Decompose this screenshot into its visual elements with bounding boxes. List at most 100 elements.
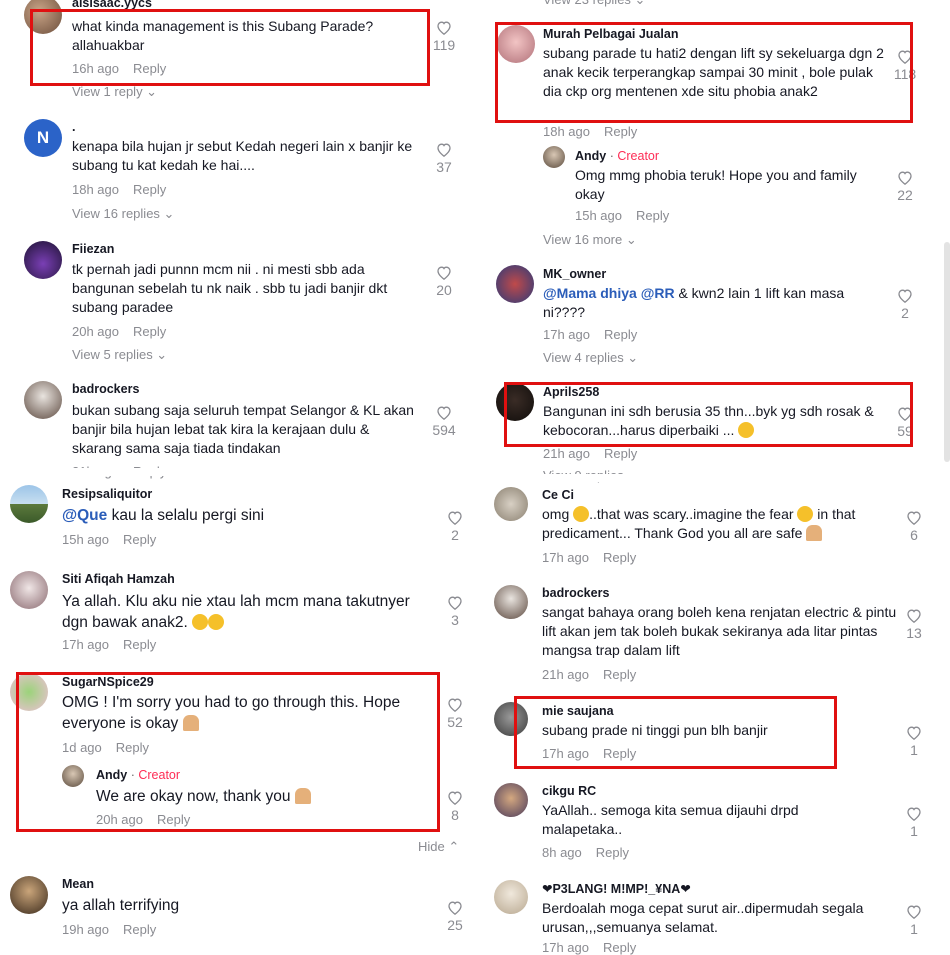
reply-button[interactable]: Reply (604, 124, 637, 139)
like-button[interactable]: 20 (427, 265, 461, 298)
fearful-emoji-icon (797, 506, 814, 522)
like-button[interactable]: 1 (897, 725, 931, 758)
heart-icon (907, 807, 921, 821)
like-count: 20 (436, 282, 452, 298)
heart-icon (907, 511, 921, 525)
like-button[interactable]: 2 (438, 510, 472, 543)
like-button[interactable]: 119 (427, 20, 461, 53)
like-count: 8 (451, 807, 459, 823)
username[interactable]: Resipsaliquitor (62, 487, 152, 501)
reply-button[interactable]: Reply (604, 446, 637, 461)
comment-meta: 15h ago Reply (575, 208, 669, 223)
timestamp: 20h ago (72, 324, 119, 339)
like-button[interactable]: 3 (438, 595, 472, 628)
avatar[interactable]: N (24, 119, 62, 157)
comment-meta: 18h ago Reply (72, 182, 166, 197)
reply-button[interactable]: Reply (596, 845, 629, 860)
reply-button[interactable]: Reply (604, 327, 637, 342)
username[interactable]: . (72, 120, 75, 134)
like-button[interactable]: 594 (427, 405, 461, 438)
view-replies-link[interactable]: View 5 replies ⌄ (72, 347, 167, 363)
timestamp: 21h ago (543, 446, 590, 461)
reply-button[interactable]: Reply (636, 208, 669, 223)
mention-link[interactable]: @RR (641, 285, 675, 301)
comment-text: tk pernah jadi punnn mcm nii . ni mesti … (72, 261, 388, 315)
hide-replies-button[interactable]: Hide ⌃ (418, 839, 459, 855)
crying-emoji-icon (208, 614, 225, 630)
comment-meta: 15h ago Reply (62, 532, 156, 547)
like-button[interactable]: 52 (438, 697, 472, 730)
avatar[interactable] (543, 146, 565, 168)
username[interactable]: badrockers (542, 586, 609, 600)
username[interactable]: Ce Ci (542, 488, 574, 502)
username[interactable]: Siti Afiqah Hamzah (62, 572, 175, 586)
username[interactable]: MK_owner (543, 267, 606, 281)
comment-text: omg ..that was scary..imagine the fear i… (542, 506, 856, 541)
like-count: 594 (432, 422, 456, 438)
view-replies-link[interactable]: View 23 replies ⌄ (543, 0, 645, 8)
timestamp: 17h ago (62, 637, 109, 652)
like-count: 1 (910, 823, 918, 839)
heart-icon (448, 698, 462, 712)
heart-icon (907, 726, 921, 740)
mention-link[interactable]: @Que (62, 507, 107, 524)
comment-meta: 20h ago Reply (72, 324, 166, 339)
comment-text: Ya allah. Klu aku nie xtau lah mcm mana … (62, 593, 410, 631)
reply-button[interactable]: Reply (123, 637, 156, 652)
username[interactable]: ❤P3LANG! M!MP!_¥NA❤ (542, 881, 691, 896)
avatar[interactable] (494, 487, 528, 521)
reply-button[interactable]: Reply (133, 182, 166, 197)
like-button[interactable]: 37 (427, 142, 461, 175)
like-button[interactable]: 2 (888, 288, 922, 321)
like-count: 1 (910, 742, 918, 758)
mention-link[interactable]: @Mama dhiya (543, 285, 637, 301)
comment-text: YaAllah.. semoga kita semua dijauhi drpd… (542, 802, 799, 837)
like-button[interactable]: 25 (438, 900, 472, 933)
avatar[interactable] (10, 485, 48, 523)
avatar[interactable] (10, 571, 48, 609)
avatar[interactable] (24, 381, 62, 419)
avatar[interactable] (494, 880, 528, 914)
highlight-box (16, 672, 440, 832)
reply-button[interactable]: Reply (603, 940, 636, 955)
scrollbar[interactable] (944, 242, 950, 462)
like-button[interactable]: 1 (897, 806, 931, 839)
username[interactable]: Andy · Creator (575, 149, 659, 163)
reply-button[interactable]: Reply (603, 667, 636, 682)
timestamp: 17h ago (543, 327, 590, 342)
username[interactable]: badrockers (72, 382, 139, 396)
like-button[interactable]: 6 (897, 510, 931, 543)
fade-overlay (0, 468, 470, 476)
avatar[interactable] (10, 876, 48, 914)
like-count: 2 (451, 527, 459, 543)
username[interactable]: cikgu RC (542, 784, 596, 798)
creator-badge: Creator (617, 149, 660, 163)
timestamp: 8h ago (542, 845, 582, 860)
view-more-link[interactable]: View 16 more ⌄ (543, 232, 637, 248)
view-replies-link[interactable]: View 4 replies ⌄ (543, 350, 638, 366)
avatar[interactable] (496, 265, 534, 303)
comment-text: @Que kau la selalu pergi sini (62, 507, 265, 524)
like-button[interactable]: 13 (897, 608, 931, 641)
reply-button[interactable]: Reply (603, 550, 636, 565)
highlight-box (495, 22, 913, 123)
comment-meta: 21h ago Reply (543, 446, 637, 461)
username[interactable]: Fiiezan (72, 242, 114, 256)
comment-text: kenapa bila hujan jr sebut Kedah negeri … (72, 138, 413, 173)
like-count: 119 (432, 37, 456, 53)
avatar[interactable] (24, 241, 62, 279)
username[interactable]: Mean (62, 877, 94, 891)
like-button[interactable]: 8 (438, 790, 472, 823)
reply-button[interactable]: Reply (133, 324, 166, 339)
avatar[interactable] (494, 585, 528, 619)
view-replies-link[interactable]: View 16 replies ⌄ (72, 206, 174, 222)
view-replies-link[interactable]: View 1 reply ⌄ (72, 84, 157, 100)
comment-text: sangat bahaya orang boleh kena renjatan … (542, 604, 897, 658)
heart-icon (437, 143, 451, 157)
like-button[interactable]: 22 (888, 170, 922, 203)
like-count: 1 (910, 921, 918, 937)
avatar[interactable] (494, 783, 528, 817)
like-button[interactable]: 1 (897, 904, 931, 937)
reply-button[interactable]: Reply (123, 922, 156, 937)
reply-button[interactable]: Reply (123, 532, 156, 547)
